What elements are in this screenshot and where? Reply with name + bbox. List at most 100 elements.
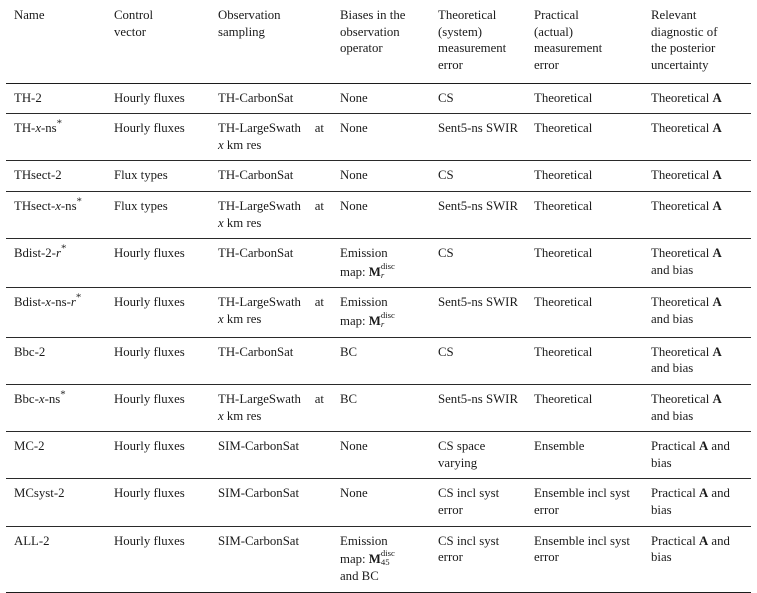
observation-sampling-line-2: x km res <box>218 137 262 152</box>
cell-practical-error: Theoretical <box>534 199 593 213</box>
cell-control-vector: Hourly fluxes <box>114 344 185 359</box>
column-header-diagnostic: Relevant diagnostic of the posterior uncert… <box>643 0 751 83</box>
column-header-control-vector: Control vector <box>106 0 210 83</box>
column-header-diagnostic-label: Relevant diagnostic of the posterior uncert… <box>651 8 718 72</box>
cell-diagnostic: Practical A and bias <box>651 439 730 470</box>
table-row: Bdist-2-r* Hourly fluxes TH-CarbonSat Emiss… <box>6 239 751 288</box>
cell-name: MC-2 <box>6 432 106 479</box>
cell-biases: Emission map: Mdisc 45 and BC <box>332 526 430 592</box>
cell-practical-error: Theoretical <box>534 344 593 359</box>
cell-theoretical-error: Sent5-ns SWIR <box>438 391 518 406</box>
column-header-theoretical-error-label: Theoretical (system) measurement error <box>438 8 507 72</box>
cell-diagnostic: Theoretical A <box>651 168 722 183</box>
footnote-asterisk: * <box>75 292 82 305</box>
matrix-A-symbol: A <box>698 439 709 454</box>
observation-sampling-line-1: TH-LargeSwath at <box>218 199 324 213</box>
column-header-biases-label: Biases in the observation operator <box>340 8 406 56</box>
column-header-observation-sampling-label: Observation sampling <box>218 8 281 39</box>
matrix-A-symbol: A <box>712 121 722 136</box>
matrix-A-symbol: A <box>698 486 709 501</box>
cell-observation-sampling: TH-LargeSwath at x km res <box>210 114 332 161</box>
cell-practical-error: Ensemble <box>534 439 585 454</box>
table-row: MCsyst-2 Hourly fluxes SIM-CarbonSat None CS… <box>6 479 751 527</box>
observation-sampling-line-1: TH-LargeSwath at <box>218 121 324 136</box>
table-row: TH-2 Hourly fluxes TH-CarbonSat None CS Theor… <box>6 83 751 114</box>
column-header-control-vector-label: Control vector <box>114 8 154 39</box>
biases-label-line: Emission <box>340 246 388 261</box>
column-header-theoretical-error: Theoretical (system) measurement error <box>430 0 526 83</box>
cell-biases: None <box>340 439 368 454</box>
observation-sampling-line-2: x km res <box>218 215 262 230</box>
cell-name: MCsyst-2 <box>6 479 106 526</box>
name-token: Bdist- <box>14 295 46 310</box>
cell-biases: Emission map: Mdisc r <box>332 239 430 288</box>
name-token: Bdist-2- <box>14 246 56 261</box>
cell-control-vector: Hourly fluxes <box>114 121 185 136</box>
name-token: -ns <box>41 121 57 136</box>
cell-biases: None <box>340 121 368 136</box>
resolution-variable: x <box>218 137 224 152</box>
superscript-disc: disc <box>380 548 395 559</box>
name-token: TH-2 <box>14 90 42 105</box>
matrix-A-symbol: A <box>712 199 722 213</box>
sub-superscript-group: disc r <box>381 311 395 329</box>
table-row: THsect-2 Flux types TH-CarbonSat None CS Theo… <box>6 161 751 192</box>
footnote-asterisk: * <box>60 242 67 255</box>
cell-control-vector: Hourly fluxes <box>114 90 185 105</box>
observation-sampling-line-1: TH-LargeSwath at <box>218 295 324 310</box>
cell-control-vector: Hourly fluxes <box>114 391 185 406</box>
observation-sampling-line-1: TH-LargeSwath at <box>218 391 324 406</box>
cell-theoretical-error: CS <box>438 168 454 183</box>
cell-practical-error: Ensemble incl syst error <box>534 533 630 565</box>
matrix-symbol: M <box>368 264 381 279</box>
cell-observation-sampling: SIM-CarbonSat <box>218 439 300 454</box>
cell-biases: Emission map: Mdisc r <box>332 288 430 337</box>
cell-practical-error: Theoretical <box>534 295 593 310</box>
cell-diagnostic: Theoretical A <box>651 121 722 136</box>
name-token: -ns <box>44 391 61 406</box>
cell-practical-error: Theoretical <box>534 121 593 136</box>
table-header-row: Name Control vector Observation sampling B… <box>6 0 751 83</box>
cell-control-vector: Hourly fluxes <box>114 486 185 501</box>
column-header-practical-error: Practical (actual) measurement error <box>526 0 643 83</box>
resolution-variable: x <box>218 312 224 327</box>
cell-name: Bbc-2 <box>6 337 106 384</box>
cell-biases: BC <box>340 391 358 406</box>
subscript-index: r <box>380 318 385 329</box>
cell-theoretical-error: CS incl syst error <box>438 486 500 518</box>
matrix-symbol: M <box>368 314 381 329</box>
cell-observation-sampling: TH-CarbonSat <box>218 90 294 105</box>
matrix-A-symbol: A <box>712 246 722 261</box>
cell-theoretical-error: CS <box>438 344 454 359</box>
cell-name: TH-2 <box>6 83 106 114</box>
table-head: Name Control vector Observation sampling B… <box>6 0 751 83</box>
sub-superscript-group: disc 45 <box>381 549 395 567</box>
table-row: ALL-2 Hourly fluxes SIM-CarbonSat Emission m… <box>6 526 751 593</box>
cell-control-vector: Flux types <box>114 168 168 183</box>
cell-biases: None <box>340 90 368 105</box>
cell-control-vector: Flux types <box>114 199 168 213</box>
name-token: TH- <box>14 121 36 136</box>
name-token: MCsyst-2 <box>14 486 65 501</box>
table-row: THsect-x-ns* Flux types TH-LargeSwath at x … <box>6 192 751 239</box>
cell-name: Bbc-x-ns* <box>6 384 106 431</box>
cell-practical-error: Theoretical <box>534 246 593 261</box>
cell-name: TH-x-ns* <box>6 114 106 161</box>
cell-practical-error: Theoretical <box>534 391 593 406</box>
name-token: THsect- <box>14 199 56 213</box>
table-row: MC-2 Hourly fluxes SIM-CarbonSat None CS spa… <box>6 432 751 479</box>
matrix-A-symbol: A <box>712 344 722 359</box>
subscript-index: r <box>380 269 385 280</box>
cell-diagnostic: Theoretical A <box>651 90 722 105</box>
cell-name: THsect-x-ns* <box>6 192 106 239</box>
cell-observation-sampling: SIM-CarbonSat <box>218 533 300 548</box>
experiments-table: Name Control vector Observation sampling B… <box>6 0 751 593</box>
footnote-asterisk: * <box>76 195 82 208</box>
cell-biases: None <box>340 168 368 183</box>
cell-biases: None <box>340 486 368 501</box>
cell-theoretical-error: Sent5-ns SWIR <box>438 121 518 136</box>
cell-diagnostic: Theoretical A <box>651 199 722 213</box>
column-header-biases: Biases in the observation operator <box>332 0 430 83</box>
biases-tail-line: and BC <box>340 568 379 583</box>
name-token: -ns <box>60 199 77 213</box>
